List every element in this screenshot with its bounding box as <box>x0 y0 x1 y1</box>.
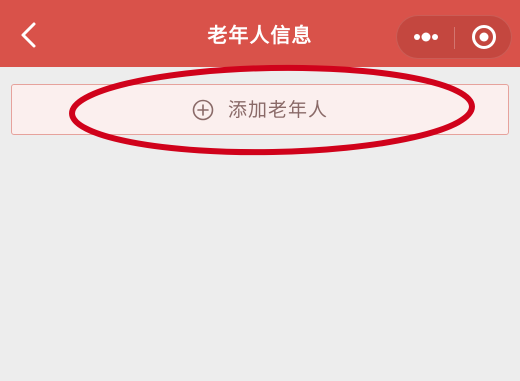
mini-program-capsule <box>396 15 512 59</box>
close-mini-program-button[interactable] <box>461 20 507 54</box>
more-button[interactable] <box>403 20 449 54</box>
capsule-divider <box>454 27 455 49</box>
plus-circle-icon <box>192 99 214 120</box>
more-dots-icon <box>414 32 438 42</box>
add-elderly-label: 添加老年人 <box>227 98 328 121</box>
target-circle-icon <box>472 25 496 49</box>
add-elderly-content: 添加老年人 <box>12 85 508 134</box>
add-elderly-button[interactable]: 添加老年人 <box>11 84 509 135</box>
top-navbar: 老年人信息 <box>0 0 520 67</box>
